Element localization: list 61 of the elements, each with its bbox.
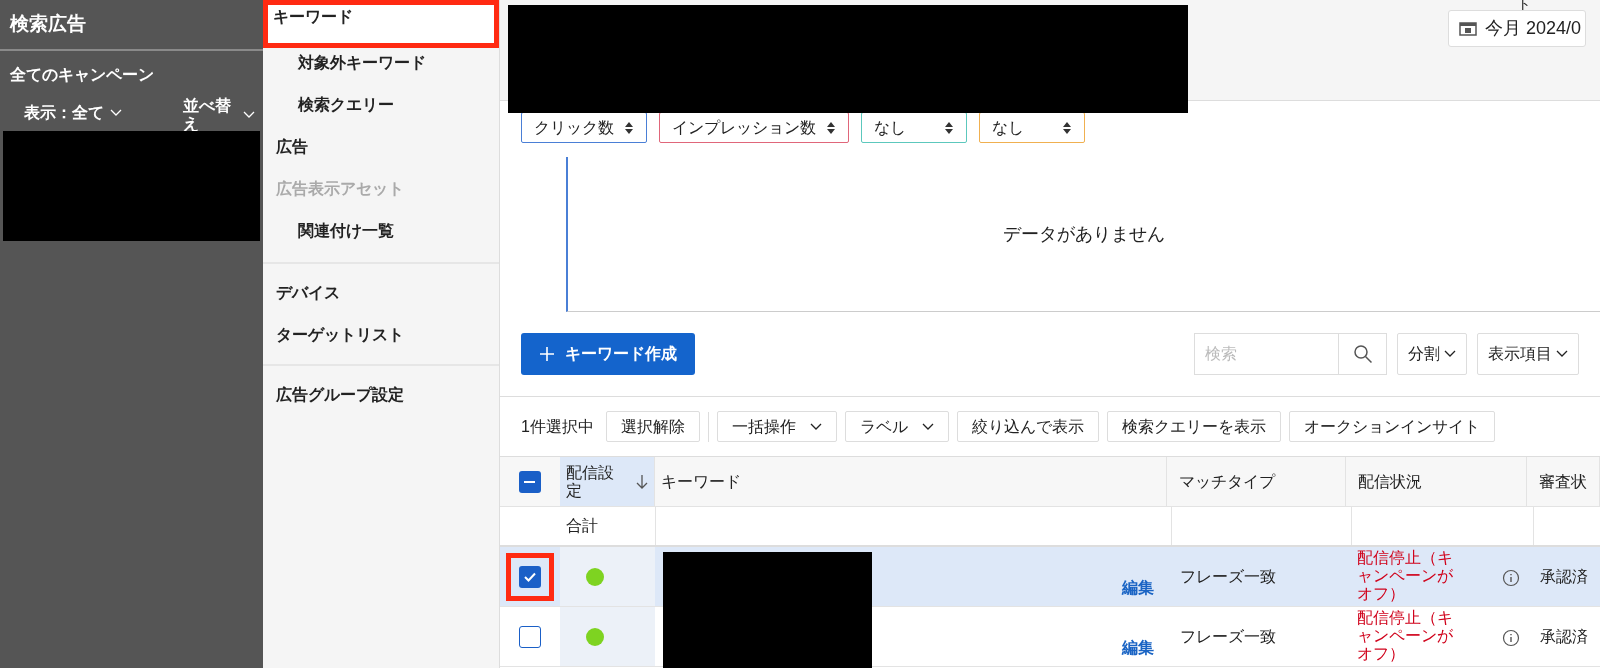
checkbox[interactable] [518, 625, 541, 648]
delivery-status: 配信停止（キャンペーンがオフ） [1357, 609, 1454, 663]
empty-message: データがありません [1003, 222, 1165, 246]
metric-selector[interactable]: インプレッション数 [659, 112, 849, 143]
filter-dropdown[interactable]: 表示：全て [24, 101, 122, 125]
nav-item[interactable]: ターゲットリスト [263, 314, 499, 356]
toolbar-button[interactable]: 選択解除 [605, 411, 700, 442]
toolbar-button[interactable]: 絞り込んで表示 [956, 411, 1099, 442]
chevron-down-icon [243, 111, 255, 119]
checkbox[interactable] [518, 470, 541, 493]
column-header[interactable]: 配信状況 [1358, 472, 1423, 491]
toolbar-button[interactable]: 検索クエリーを表示 [1106, 411, 1281, 442]
nav-subitem[interactable]: 検索クエリー [298, 93, 394, 117]
create-keyword-button[interactable]: キーワード作成 [521, 333, 695, 375]
info-icon [1502, 569, 1520, 587]
nav-item[interactable]: デバイス [263, 272, 499, 314]
column-header[interactable]: 審査状 [1539, 472, 1587, 491]
sort-arrows-icon [944, 120, 954, 135]
chevron-down-icon [809, 422, 822, 431]
chevron-down-icon [921, 422, 934, 431]
search-button[interactable] [1339, 333, 1387, 375]
check-icon [523, 571, 536, 582]
campaigns-link[interactable]: 全てのキャンペーン [0, 63, 263, 87]
chevron-down-icon [110, 109, 122, 117]
checkbox[interactable] [518, 565, 541, 588]
column-header[interactable]: キーワード [660, 472, 741, 491]
split-dropdown[interactable]: 分割 [1397, 333, 1467, 375]
column-header[interactable]: マッチタイプ [1179, 472, 1276, 491]
search-icon [1352, 344, 1373, 364]
sort-arrows-icon [1062, 120, 1072, 135]
nav-subitem[interactable]: 対象外キーワード [298, 51, 426, 75]
delivery-status: 配信停止（キャンペーンがオフ） [1357, 549, 1454, 603]
selection-count: 1件選択中 [521, 416, 594, 437]
edit-link[interactable]: 編集 [1121, 576, 1154, 600]
dropdown-button[interactable]: 一括操作 [716, 411, 837, 442]
nav-item[interactable]: 広告 [263, 126, 499, 168]
plus-icon [539, 346, 555, 362]
metric-selector[interactable]: なし [861, 112, 967, 143]
nav-item[interactable]: 広告グループ設定 [263, 374, 499, 416]
arrow-down-icon [635, 473, 648, 490]
nav-item[interactable]: キーワード [268, 5, 494, 43]
date-range-button[interactable]: 今月 2024/0 [1448, 10, 1587, 47]
columns-dropdown[interactable]: 表示項目 [1477, 333, 1579, 375]
sort-arrows-icon [624, 120, 634, 135]
sort-arrows-icon [826, 120, 836, 135]
metric-selector[interactable]: クリック数 [521, 112, 647, 143]
match-type: フレーズ一致 [1179, 626, 1276, 647]
review-status: 承認済 [1540, 626, 1588, 647]
info-icon [1502, 629, 1520, 647]
chevron-down-icon [1556, 350, 1568, 358]
match-type: フレーズ一致 [1179, 566, 1276, 587]
dropdown-button[interactable]: ラベル [844, 411, 949, 442]
review-status: 承認済 [1540, 566, 1588, 587]
toolbar-button[interactable]: オークションインサイト [1288, 411, 1495, 442]
calendar-icon [1459, 21, 1477, 36]
edit-link[interactable]: 編集 [1121, 636, 1154, 660]
metric-selector[interactable]: なし [979, 112, 1085, 143]
chevron-down-icon [1444, 350, 1456, 358]
search-field[interactable]: 検索 [1194, 333, 1339, 375]
sidebar-title: 検索広告 [10, 12, 86, 37]
total-label: 合計 [566, 516, 598, 536]
